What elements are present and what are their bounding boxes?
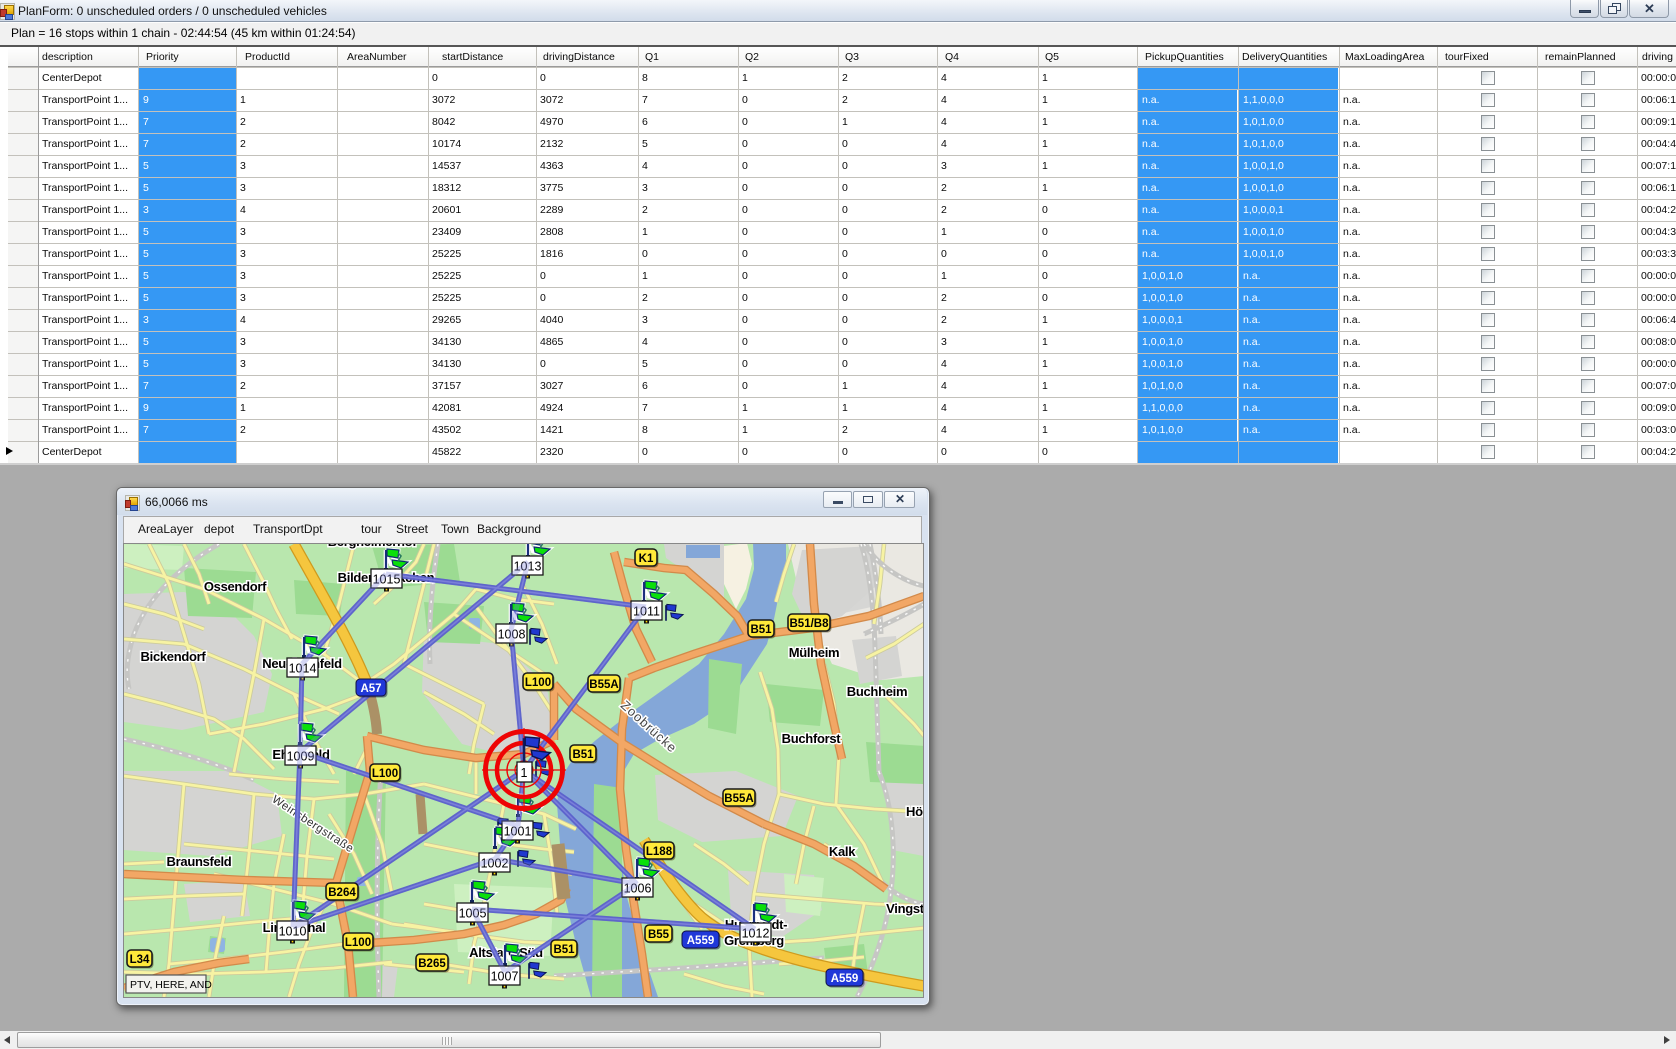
svg-text:B51: B51 — [572, 749, 594, 761]
svg-text:L100: L100 — [345, 937, 371, 949]
svg-text:Buchforst: Buchforst — [782, 731, 842, 746]
svg-text:B51: B51 — [553, 944, 575, 956]
svg-text:Ossendorf: Ossendorf — [204, 579, 267, 594]
svg-text:Bergheimerhof: Bergheimerhof — [328, 544, 418, 549]
svg-text:Kalk: Kalk — [829, 844, 856, 859]
svg-text:A559: A559 — [687, 935, 715, 947]
svg-text:B51: B51 — [750, 624, 772, 636]
svg-text:L100: L100 — [525, 677, 551, 689]
svg-text:Vingst: Vingst — [886, 901, 923, 916]
svg-text:K1: K1 — [639, 553, 654, 565]
svg-text:L34: L34 — [130, 954, 150, 966]
svg-text:A57: A57 — [360, 683, 381, 695]
svg-text:Braunsfeld: Braunsfeld — [167, 854, 232, 869]
svg-text:B55: B55 — [648, 929, 670, 941]
svg-text:B265: B265 — [418, 958, 446, 970]
svg-text:Buchheim: Buchheim — [847, 684, 907, 699]
svg-text:Mülheim: Mülheim — [789, 645, 840, 660]
svg-text:PTV, HERE, AND: PTV, HERE, AND — [130, 979, 212, 991]
svg-text:Bickendorf: Bickendorf — [141, 649, 207, 664]
svg-text:Höhenberg: Höhenberg — [906, 804, 923, 819]
svg-text:A559: A559 — [831, 973, 859, 985]
svg-text:B51/B8: B51/B8 — [790, 618, 830, 630]
svg-text:B264: B264 — [328, 887, 356, 899]
svg-text:1: 1 — [521, 766, 528, 780]
svg-text:L100: L100 — [372, 768, 398, 780]
svg-text:B55A: B55A — [589, 679, 618, 691]
svg-text:L188: L188 — [646, 846, 673, 858]
svg-text:B55A: B55A — [724, 793, 753, 805]
